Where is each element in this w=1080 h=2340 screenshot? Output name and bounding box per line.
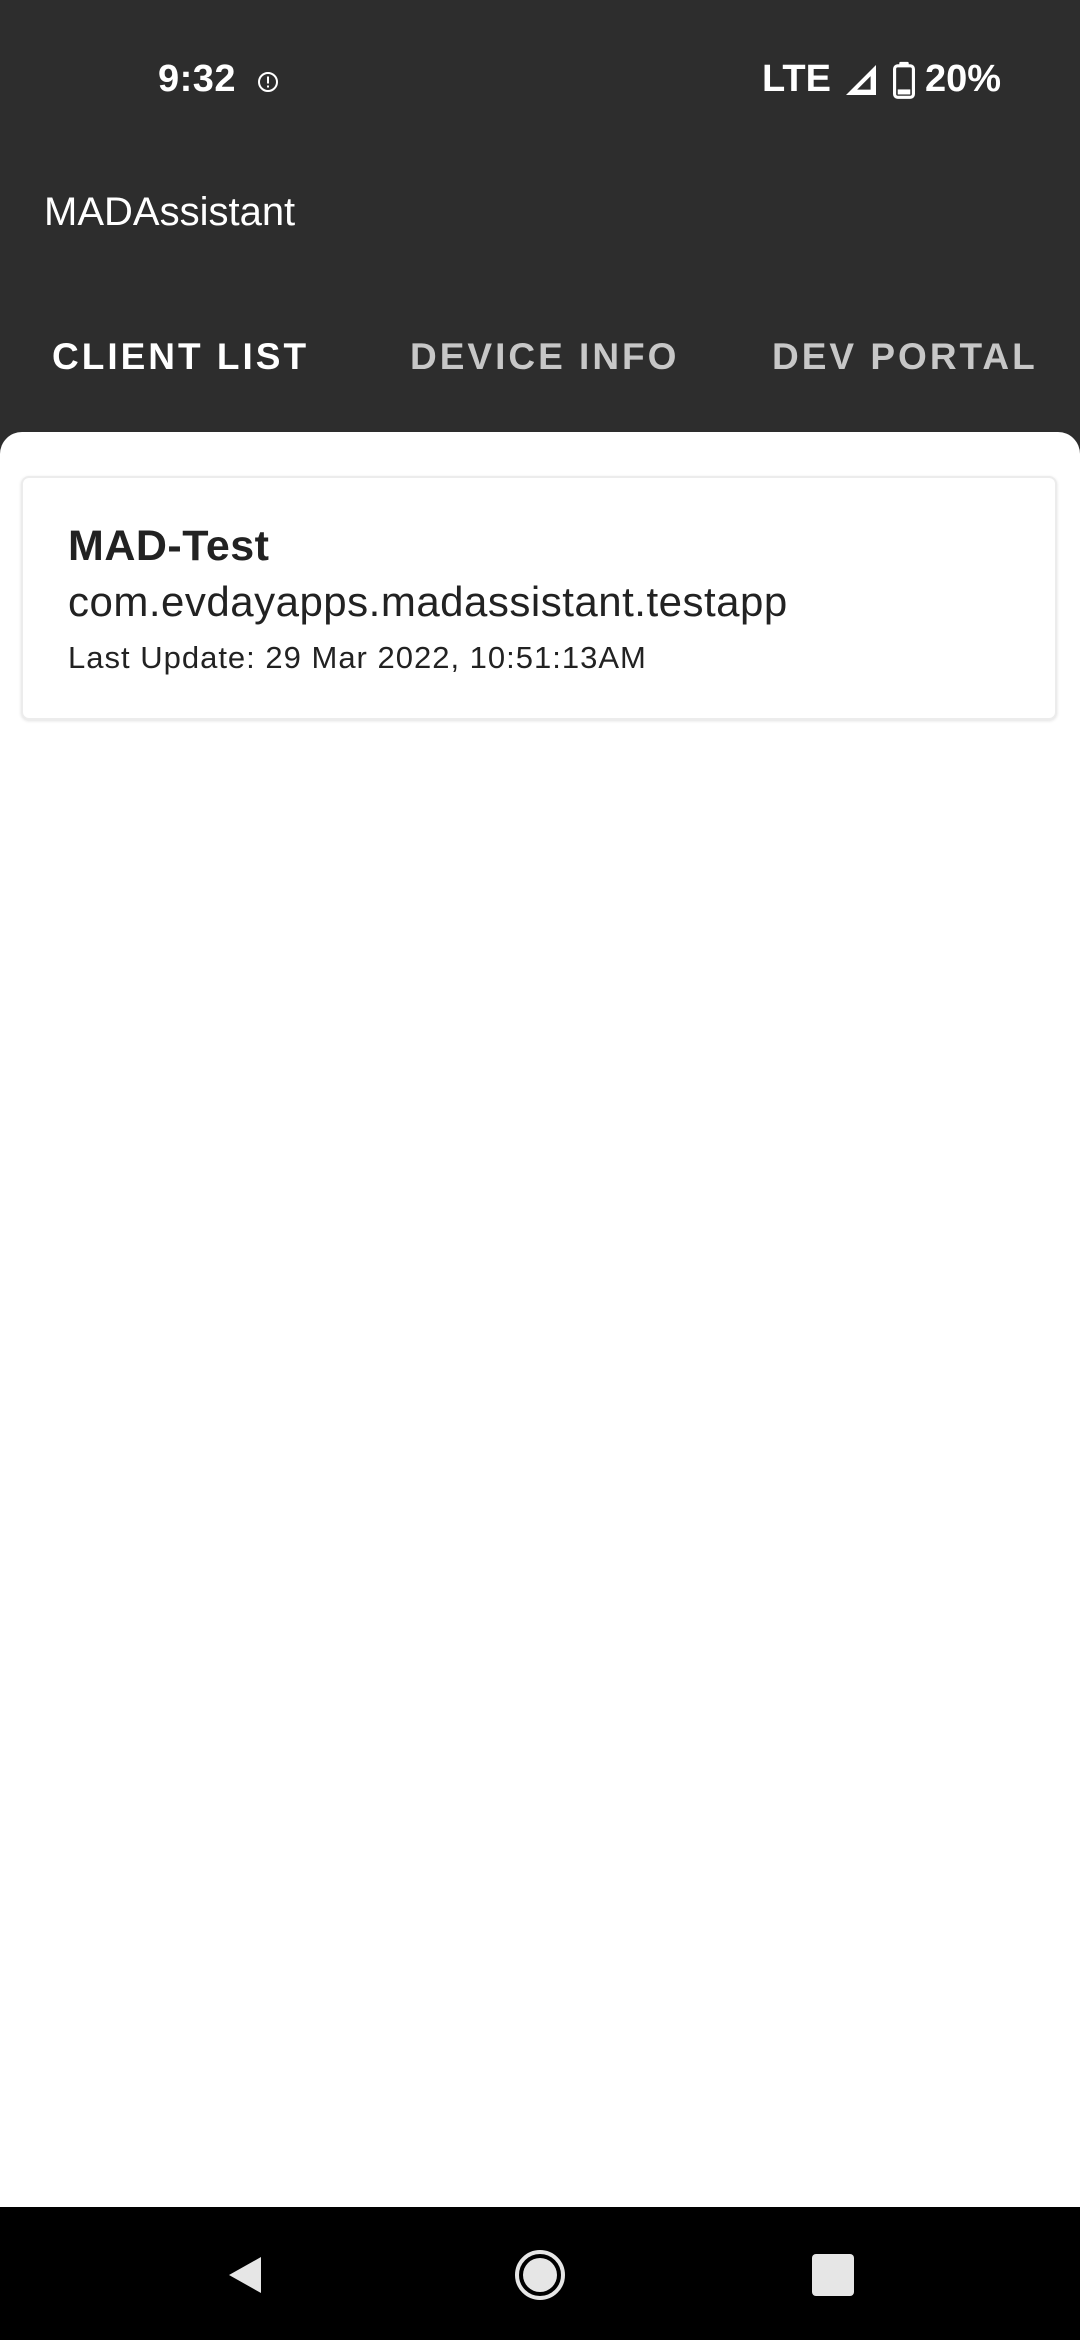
recents-icon[interactable] [803,2245,863,2305]
tab-bar: CLIENT LIST DEVICE INFO DEV PORTAL [0,320,1080,430]
back-icon[interactable] [215,2245,275,2305]
home-icon[interactable] [510,2245,570,2305]
screen: 9:32 LTE 20% MADAssistant CLIENT LIST DE… [0,0,1080,2340]
app-title: MADAssistant [44,190,296,234]
client-list-panel: MAD-Test com.evdayapps.madassistant.test… [0,432,1080,2207]
tab-device-info[interactable]: DEVICE INFO [410,336,679,378]
alert-circle-icon [256,70,280,94]
client-package: com.evdayapps.madassistant.testapp [68,578,788,625]
client-name: MAD-Test [68,522,270,570]
status-indicators: LTE 20% [762,58,1001,101]
network-type: LTE [761,58,831,100]
signal-icon [843,62,879,98]
status-bar: 9:32 LTE 20% [0,0,1080,160]
tab-client-list[interactable]: CLIENT LIST [52,336,309,378]
battery-icon [889,61,915,99]
client-card[interactable]: MAD-Test com.evdayapps.madassistant.test… [21,476,1057,720]
status-time: 9:32 [158,58,237,100]
tab-dev-portal[interactable]: DEV PORTAL [772,336,1038,378]
battery-level: 20% [924,58,1001,100]
system-nav-bar [0,2207,1080,2340]
client-last-update: Last Update: 29 Mar 2022, 10:51:13AM [68,640,647,675]
